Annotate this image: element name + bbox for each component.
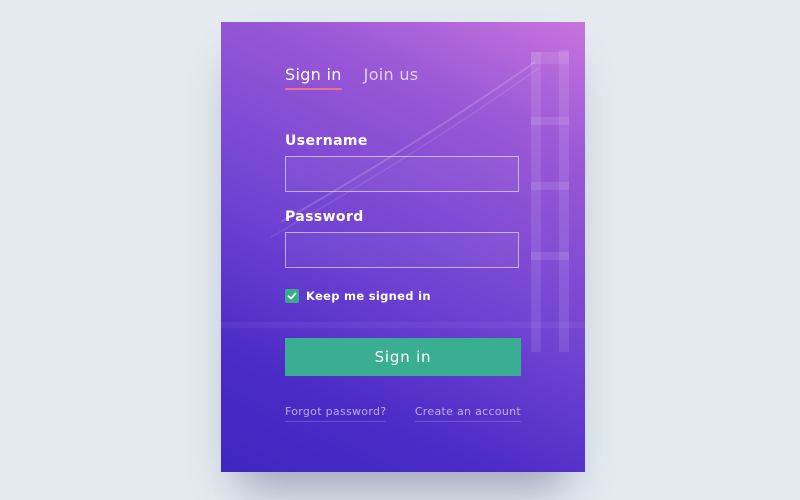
- page: Sign in Join us Username Password Keep m…: [0, 0, 800, 500]
- tab-join-us[interactable]: Join us: [364, 65, 419, 90]
- keep-signed-in-label: Keep me signed in: [306, 289, 431, 303]
- login-card: Sign in Join us Username Password Keep m…: [221, 22, 585, 472]
- sign-in-button[interactable]: Sign in: [285, 338, 521, 376]
- password-label: Password: [285, 209, 364, 225]
- auth-tabs: Sign in Join us: [285, 65, 418, 90]
- footer-links: Forgot password? Create an account: [285, 405, 521, 422]
- create-account-link[interactable]: Create an account: [414, 405, 521, 422]
- keep-signed-in-checkbox[interactable]: Keep me signed in: [285, 289, 431, 303]
- checkbox-box[interactable]: [285, 289, 299, 303]
- username-input[interactable]: [285, 156, 519, 192]
- tab-sign-in[interactable]: Sign in: [285, 65, 342, 90]
- password-input[interactable]: [285, 232, 519, 268]
- username-label: Username: [285, 133, 368, 149]
- forgot-password-link[interactable]: Forgot password?: [285, 405, 387, 422]
- check-icon: [287, 292, 297, 300]
